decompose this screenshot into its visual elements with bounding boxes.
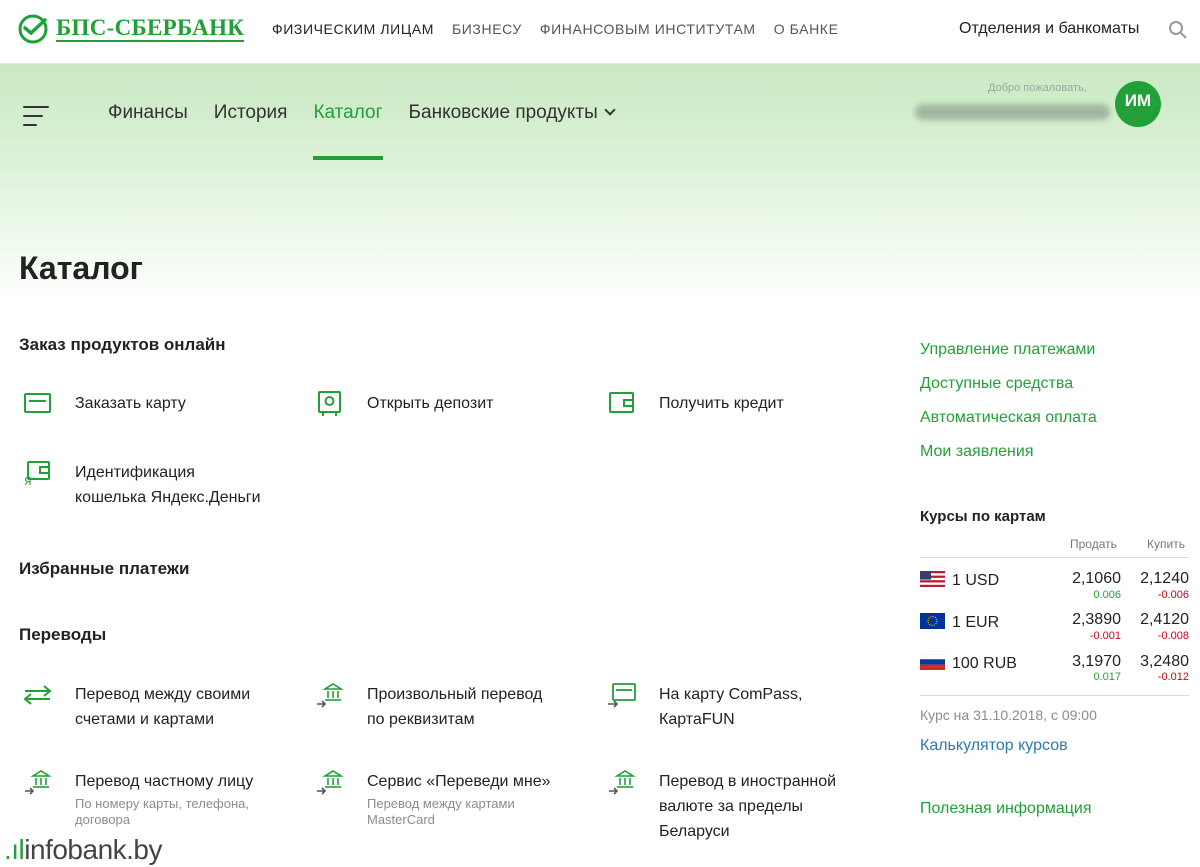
eur-buy-rate: 2,4120	[1140, 611, 1189, 628]
page-title: Каталог	[19, 250, 143, 286]
safe-icon	[318, 391, 341, 416]
tab-history[interactable]: История	[214, 102, 288, 160]
header-banner	[0, 64, 1200, 304]
card-transfer-icon	[608, 683, 636, 708]
usd-buy-rate: 2,1240	[1140, 570, 1189, 587]
tab-catalog[interactable]: Каталог	[313, 102, 383, 160]
order-card-item[interactable]: Заказать карту	[23, 391, 186, 417]
user-name-blurred	[915, 104, 1110, 120]
foreign-currency-transfer-item[interactable]: Перевод в иностранной валюте за пределы …	[607, 769, 836, 844]
own-accounts-transfer-item[interactable]: Перевод между своими счетами и картами	[23, 682, 250, 732]
card-rates-title: Курсы по картам	[920, 508, 1046, 525]
currency-eur: 1 EUR	[952, 614, 1000, 631]
rates-calculator-link[interactable]: Калькулятор курсов	[920, 737, 1068, 755]
currency-usd: 1 USD	[952, 572, 1000, 589]
logo[interactable]: БПС-СБЕРБАНК	[18, 14, 245, 44]
rates-divider	[920, 557, 1189, 558]
bank-transfer-icon	[317, 683, 344, 708]
sell-header: Продать	[1070, 537, 1117, 551]
topnav-business[interactable]: БИЗНЕСУ	[452, 21, 522, 37]
ru-flag-icon	[920, 654, 945, 670]
menu-icon[interactable]	[23, 106, 49, 126]
topnav-about-bank[interactable]: О БАНКЕ	[774, 21, 839, 37]
arbitrary-transfer-item[interactable]: Произвольный перевод по реквизитам	[315, 682, 542, 732]
useful-info-link[interactable]: Полезная информация	[920, 800, 1092, 818]
eur-buy-change: -0.008	[1157, 630, 1189, 642]
search-icon[interactable]	[1168, 20, 1188, 40]
open-deposit-item[interactable]: Открыть депозит	[315, 391, 494, 417]
topnav-individuals[interactable]: ФИЗИЧЕСКИМ ЛИЦАМ	[272, 21, 434, 37]
bank-transfer-icon	[317, 770, 344, 795]
svg-text:Я: Я	[24, 475, 32, 486]
tab-finances[interactable]: Финансы	[108, 102, 188, 160]
main-navigation: Финансы История Каталог Банковские проду…	[108, 102, 640, 160]
wallet-icon	[609, 392, 634, 413]
rub-buy-rate: 3,2480	[1140, 653, 1189, 670]
order-section-title: Заказ продуктов онлайн	[19, 335, 226, 354]
brand-name: БПС-СБЕРБАНК	[56, 15, 245, 42]
pereveди-mne-service-item[interactable]: Сервис «Переведи мне» Перевод между карт…	[315, 769, 551, 828]
my-applications-link[interactable]: Мои заявления	[920, 443, 1034, 461]
yandex-wallet-identification-item[interactable]: Я Идентификация кошелька Яндекс.Деньги	[23, 460, 261, 510]
top-bar: БПС-СБЕРБАНК ФИЗИЧЕСКИМ ЛИЦАМ БИЗНЕСУ ФИ…	[0, 0, 1200, 64]
eu-flag-icon	[920, 613, 945, 629]
rates-date: Курс на 31.10.2018, с 09:00	[920, 707, 1097, 723]
currency-rub: 100 RUB	[952, 655, 1017, 672]
chevron-down-icon	[604, 104, 616, 116]
auto-payment-link[interactable]: Автоматическая оплата	[920, 409, 1097, 427]
transfers-title: Переводы	[19, 625, 107, 644]
favorite-payments-title[interactable]: Избранные платежи	[19, 559, 189, 579]
top-navigation: ФИЗИЧЕСКИМ ЛИЦАМ БИЗНЕСУ ФИНАНСОВЫМ ИНСТ…	[272, 21, 839, 37]
us-flag-icon	[920, 571, 945, 587]
topnav-financial-institutions[interactable]: ФИНАНСОВЫМ ИНСТИТУТАМ	[540, 21, 756, 37]
card-icon	[24, 393, 51, 413]
payments-management-link[interactable]: Управление платежами	[920, 341, 1095, 359]
usd-buy-change: -0.006	[1157, 589, 1189, 601]
bank-transfer-icon	[25, 770, 52, 795]
branches-atms-link[interactable]: Отделения и банкоматы	[959, 20, 1139, 38]
buy-header: Купить	[1147, 537, 1185, 551]
sberbank-logo-icon	[18, 14, 48, 44]
watermark: .ılinfobank.by	[4, 834, 162, 865]
bank-transfer-icon	[609, 770, 636, 795]
avatar[interactable]: ИМ	[1115, 81, 1161, 127]
get-credit-item[interactable]: Получить кредит	[607, 391, 784, 417]
tab-bank-products[interactable]: Банковские продукты	[409, 102, 616, 160]
available-funds-link[interactable]: Доступные средства	[920, 375, 1073, 393]
welcome-text: Добро пожаловать,	[988, 82, 1087, 94]
rub-buy-change: -0.012	[1157, 671, 1189, 683]
private-person-transfer-item[interactable]: Перевод частному лицу По номеру карты, т…	[23, 769, 253, 828]
compass-card-transfer-item[interactable]: На карту ComPass, КартаFUN	[607, 682, 802, 732]
rates-divider	[920, 695, 1189, 696]
arrows-icon	[23, 685, 52, 705]
yandex-wallet-icon: Я	[24, 461, 50, 486]
